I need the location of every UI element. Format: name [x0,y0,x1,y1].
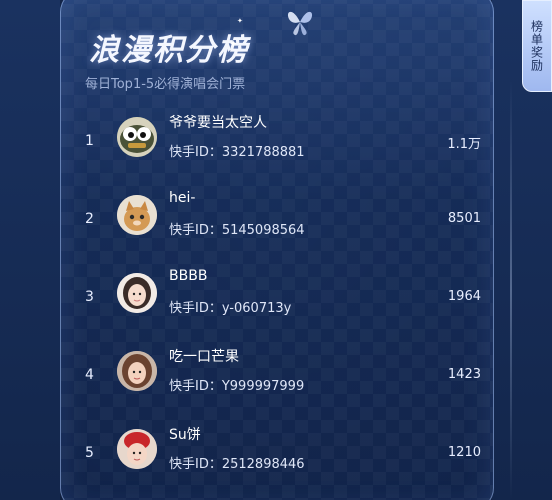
user-id: 快手ID：2512898446 [169,457,305,472]
rank-number: 5 [85,445,94,461]
rank-number: 2 [85,211,94,227]
user-name: 爷爷要当太空人 [169,115,267,131]
leaderboard-subtitle: 每日Top1-5必得演唱会门票 [85,77,246,92]
score-value: 1.1万 [447,137,481,152]
user-id: 快手ID：3321788881 [169,145,305,160]
leaderboard-panel: 浪漫积分榜 ✦ ✦ 每日Top1-5必得演唱会门票 1 爷爷要当太空人 快手ID… [60,0,494,500]
rank-number: 4 [85,367,94,383]
avatar[interactable] [117,429,157,469]
avatar[interactable] [117,117,157,157]
rank-number: 1 [85,133,94,149]
user-id: 快手ID：Y999997999 [169,379,305,394]
user-name: 吃一口芒果 [169,349,239,365]
cat-avatar-icon [117,195,157,235]
avatar[interactable] [117,273,157,313]
list-item[interactable]: 4 吃一口芒果 快手ID：Y999997999 1423 [61,341,493,419]
rank-number: 3 [85,289,94,305]
user-name: Su饼 [169,427,201,443]
cartoon-eyes-avatar-icon [117,117,157,157]
leaderboard-title: 浪漫积分榜 [89,33,249,68]
list-item[interactable]: 5 Su饼 快手ID：2512898446 1210 [61,419,493,497]
user-id: 快手ID：5145098564 [169,223,305,238]
list-item[interactable]: 2 hei- 快手ID：5145098564 8501 [61,185,493,263]
sparkle-icon: ✦ [237,17,243,25]
user-name: hei- [169,190,196,206]
score-value: 1423 [447,367,481,382]
left-backdrop [0,0,60,500]
girl-red-hat-avatar-icon [117,429,157,469]
list-item[interactable]: 1 爷爷要当太空人 快手ID：3321788881 1.1万 [61,107,493,185]
screen: 浪漫积分榜 ✦ ✦ 每日Top1-5必得演唱会门票 1 爷爷要当太空人 快手ID… [0,0,552,500]
score-value: 8501 [447,211,481,226]
user-name: BBBB [169,268,208,284]
rewards-tab-label: 榜单奖励 [529,20,544,72]
avatar[interactable] [117,195,157,235]
sparkle-icon: ✦ [229,39,238,50]
decorative-line [510,80,512,500]
rewards-tab-button[interactable]: 榜单奖励 [522,0,552,92]
user-id: 快手ID：y-060713y [169,301,292,316]
avatar[interactable] [117,351,157,391]
score-value: 1210 [447,445,481,460]
girl-avatar-icon [117,351,157,391]
butterfly-icon [287,11,313,36]
list-item[interactable]: 3 BBBB 快手ID：y-060713y 1964 [61,263,493,341]
girl-avatar-icon [117,273,157,313]
score-value: 1964 [447,289,481,304]
